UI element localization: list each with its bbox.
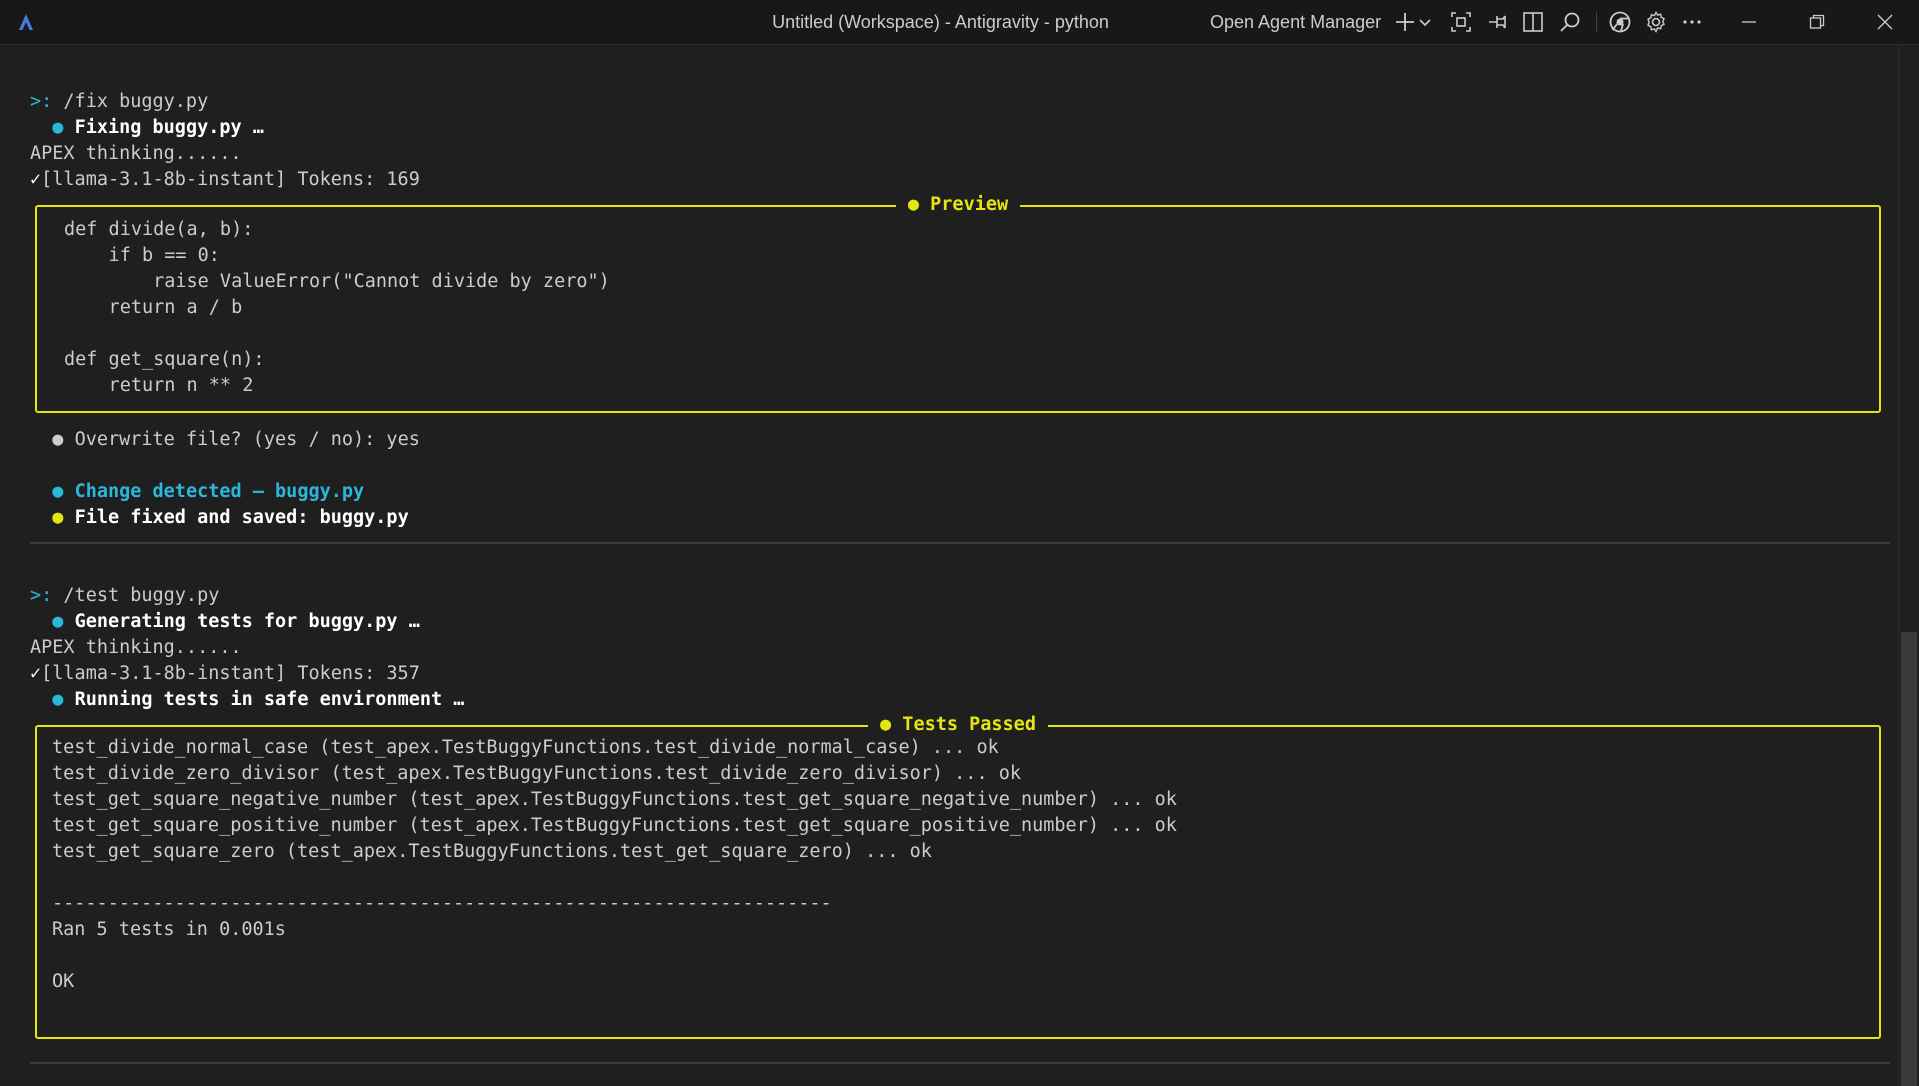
focus-icon[interactable] bbox=[1449, 10, 1473, 34]
status-text: Generating tests for buggy.py … bbox=[74, 611, 420, 632]
model-token-line: ✓[llama-3.1-8b-instant] Tokens: 357 bbox=[30, 661, 420, 687]
file-saved-line: ● File fixed and saved: buggy.py bbox=[30, 505, 409, 531]
overwrite-prompt-line: ● Overwrite file? (yes / no): yes bbox=[30, 427, 420, 453]
command-text: /fix buggy.py bbox=[52, 91, 209, 112]
tests-passed-panel: ● Tests Passed test_divide_normal_case (… bbox=[35, 714, 1881, 1039]
check-icon: ✓ bbox=[30, 169, 42, 190]
prompt-marker: >: bbox=[30, 585, 53, 606]
preview-panel: ● Preview def divide(a, b): if b == 0: r… bbox=[35, 194, 1881, 413]
test-result-line: test_get_square_zero (test_apex.TestBugg… bbox=[52, 841, 932, 862]
model-token-text: [llama-3.1-8b-instant] Tokens: 357 bbox=[41, 663, 420, 684]
status-bullet-icon: ● bbox=[52, 117, 64, 138]
test-ok-line: OK bbox=[52, 971, 75, 992]
overwrite-text: Overwrite file? (yes / no): yes bbox=[74, 429, 420, 450]
test-result-line: test_divide_zero_divisor (test_apex.Test… bbox=[52, 763, 1022, 784]
restore-icon bbox=[1809, 14, 1825, 29]
preview-panel-title: ● Preview bbox=[37, 192, 1879, 218]
status-line-generating: ● Generating tests for buggy.py … bbox=[30, 609, 420, 635]
command-line-test: >: /test buggy.py bbox=[30, 583, 219, 609]
change-detected-line: ● Change detected — buggy.py bbox=[30, 479, 364, 505]
test-result-line: test_divide_normal_case (test_apex.TestB… bbox=[52, 737, 999, 758]
scrollbar-thumb[interactable] bbox=[1901, 632, 1917, 1086]
code-line: return n ** 2 bbox=[64, 375, 254, 396]
plus-icon[interactable] bbox=[1393, 10, 1417, 34]
code-line: raise ValueError("Cannot divide by zero"… bbox=[64, 271, 610, 292]
code-line: def divide(a, b): bbox=[64, 219, 254, 240]
code-line: return a / b bbox=[64, 297, 243, 318]
section-divider bbox=[30, 1062, 1890, 1064]
code-line: def get_square(n): bbox=[64, 349, 265, 370]
running-tests-text: Running tests in safe environment … bbox=[74, 689, 465, 710]
running-tests-line: ● Running tests in safe environment … bbox=[30, 687, 464, 713]
thinking-line: APEX thinking...... bbox=[30, 637, 242, 658]
code-line: if b == 0: bbox=[64, 245, 220, 266]
status-text: Fixing buggy.py … bbox=[74, 117, 264, 138]
saved-bullet-icon: ● bbox=[52, 507, 64, 528]
command-text: /test buggy.py bbox=[52, 585, 220, 606]
model-token-line: ✓[llama-3.1-8b-instant] Tokens: 169 bbox=[30, 167, 420, 193]
more-icon[interactable] bbox=[1680, 10, 1704, 34]
running-bullet-icon: ● bbox=[52, 689, 64, 710]
overwrite-bullet-icon: ● bbox=[52, 429, 64, 450]
minimize-button[interactable] bbox=[1715, 0, 1783, 44]
command-line-fix: >: /fix buggy.py bbox=[30, 89, 208, 115]
toolbar-divider bbox=[1596, 12, 1597, 32]
test-separator-line: ----------------------------------------… bbox=[52, 893, 832, 914]
close-icon bbox=[1877, 14, 1893, 30]
status-line-fixing: ● Fixing buggy.py … bbox=[30, 115, 264, 141]
chevron-down-icon[interactable] bbox=[1418, 10, 1432, 34]
test-result-line: test_get_square_positive_number (test_ap… bbox=[52, 815, 1177, 836]
test-result-line: test_get_square_negative_number (test_ap… bbox=[52, 789, 1177, 810]
test-summary-line: Ran 5 tests in 0.001s bbox=[52, 919, 286, 940]
minimize-icon bbox=[1742, 21, 1756, 23]
status-bullet-icon: ● bbox=[52, 611, 64, 632]
split-layout-icon[interactable] bbox=[1521, 10, 1545, 34]
check-icon: ✓ bbox=[30, 663, 42, 684]
restore-button[interactable] bbox=[1783, 0, 1851, 44]
chrome-icon[interactable] bbox=[1608, 10, 1632, 34]
terminal-output[interactable]: >: /fix buggy.py ● Fixing buggy.py … APE… bbox=[0, 45, 1890, 1086]
title-bar: Untitled (Workspace) - Antigravity - pyt… bbox=[0, 0, 1919, 45]
section-divider bbox=[30, 542, 1890, 544]
scrollbar-rail bbox=[1898, 45, 1899, 1086]
gear-icon[interactable] bbox=[1644, 10, 1668, 34]
prompt-marker: >: bbox=[30, 91, 53, 112]
search-icon[interactable] bbox=[1558, 10, 1582, 34]
thinking-line: APEX thinking...... bbox=[30, 143, 242, 164]
open-agent-manager-button[interactable]: Open Agent Manager bbox=[1210, 0, 1381, 44]
file-saved-text: File fixed and saved: buggy.py bbox=[74, 507, 409, 528]
close-button[interactable] bbox=[1851, 0, 1919, 44]
pin-icon[interactable] bbox=[1485, 10, 1509, 34]
model-token-text: [llama-3.1-8b-instant] Tokens: 169 bbox=[41, 169, 420, 190]
change-bullet-icon: ● bbox=[52, 481, 64, 502]
antigravity-logo-icon[interactable] bbox=[14, 10, 38, 34]
change-detected-text: Change detected — buggy.py bbox=[74, 481, 365, 502]
